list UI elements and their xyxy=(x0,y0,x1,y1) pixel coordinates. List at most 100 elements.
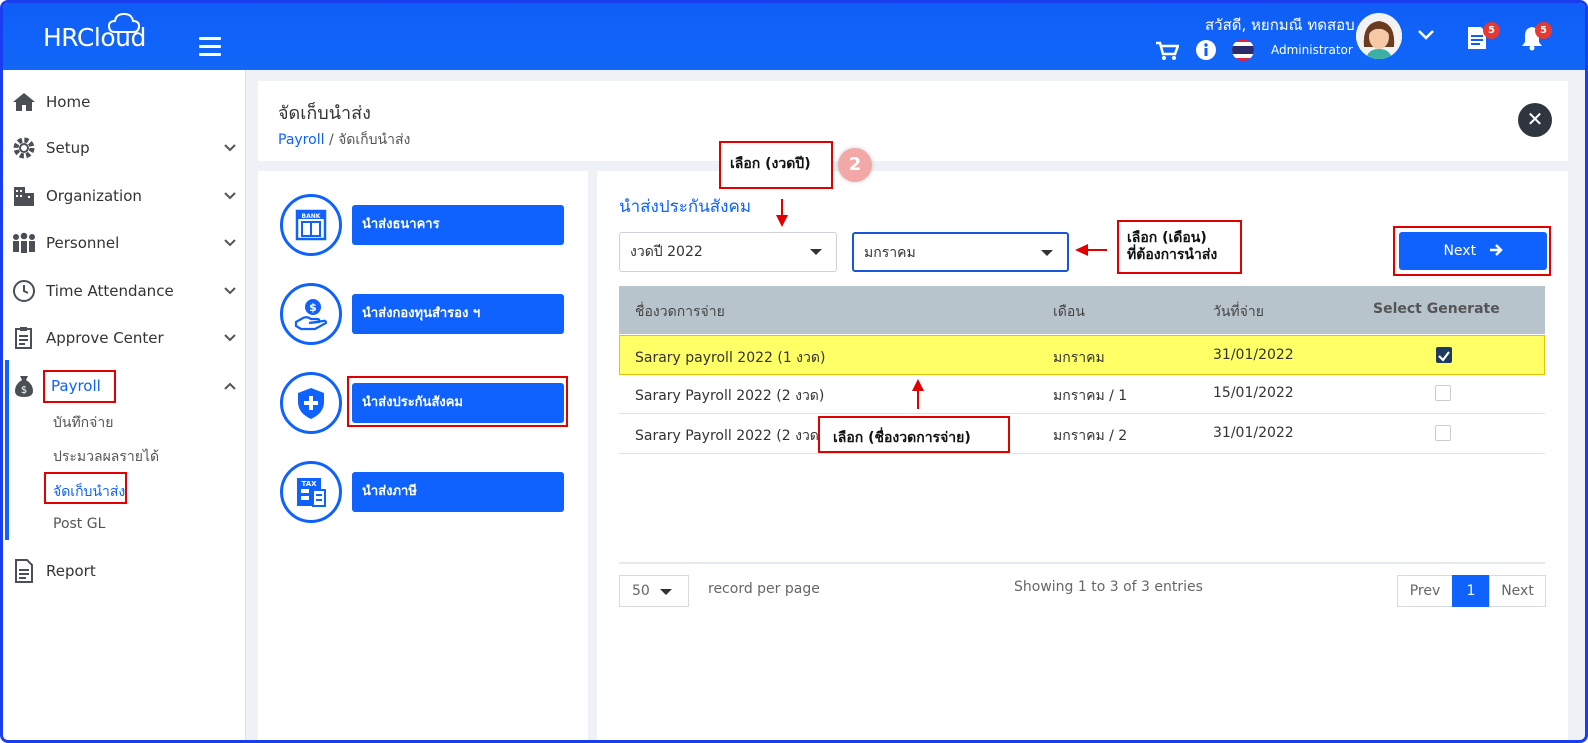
annotation-select-period: เลือก (ชื่องวดการจ่าย) xyxy=(818,416,1010,453)
info-icon[interactable] xyxy=(1195,39,1217,61)
page-1-button[interactable]: 1 xyxy=(1452,575,1490,607)
arrow-left-icon xyxy=(1075,244,1088,256)
annotation-select-year: เลือก (งวดปี) xyxy=(719,141,833,189)
chevron-down-icon xyxy=(224,192,236,200)
per-page-label: record per page xyxy=(708,581,820,597)
cell-month: มกราคม xyxy=(1053,350,1105,366)
chevron-down-icon xyxy=(224,287,236,295)
prev-page-button[interactable]: Prev xyxy=(1397,575,1453,607)
thai-flag-icon[interactable] xyxy=(1231,38,1255,62)
user-avatar[interactable] xyxy=(1356,13,1402,59)
app-logo[interactable]: HRCloud xyxy=(43,23,146,52)
user-role: Administrator xyxy=(1271,43,1353,57)
annotation-arrow-line xyxy=(917,389,919,409)
sidebar-item-label: Time Attendance xyxy=(46,282,174,300)
cell-period-name: Sarary Payroll 2022 (2 งวด) xyxy=(635,428,825,444)
tax-submission-button[interactable]: นำส่งภาษี xyxy=(352,472,564,512)
select-checkbox[interactable] xyxy=(1435,425,1451,441)
cell-pay-date: 15/01/2022 xyxy=(1213,385,1294,401)
sidebar-item-organization[interactable]: Organization xyxy=(3,176,246,216)
caret-down-icon xyxy=(810,249,822,255)
col-header-period-name[interactable]: ชื่องวดการจ่าย xyxy=(635,301,725,323)
money-bag-icon: $ xyxy=(11,373,37,399)
caret-down-icon xyxy=(1041,250,1053,256)
sidebar-item-report[interactable]: Report xyxy=(3,551,246,591)
arrow-up-icon xyxy=(912,379,924,391)
sub-item-income-processing[interactable]: ประมวลผลรายได้ xyxy=(53,446,159,468)
select-checkbox[interactable] xyxy=(1436,347,1452,363)
shield-plus-icon xyxy=(280,372,342,434)
table-row[interactable]: Sarary Payroll 2022 (2 งวด) มกราคม / 2 3… xyxy=(619,414,1545,454)
section-title: นำส่งประกันสังคม xyxy=(619,197,752,217)
cell-month: มกราคม / 1 xyxy=(1053,388,1128,404)
table-row[interactable]: Sarary payroll 2022 (1 งวด) มกราคม 31/01… xyxy=(619,335,1545,375)
col-header-select-generate: Select Generate xyxy=(1373,301,1500,317)
submission-menu: BANK นำส่งธนาคาร $ นำส่งกองทุนสำรอง ฯ นำ… xyxy=(258,171,588,740)
bank-icon: BANK xyxy=(280,194,342,256)
submission-highlight-box xyxy=(44,472,127,504)
sidebar-item-approve-center[interactable]: Approve Center xyxy=(3,318,246,358)
annotation-month-line-1: เลือก (เดือน) xyxy=(1127,230,1207,246)
sidebar-item-label: Setup xyxy=(46,139,90,157)
sidebar-item-time-attendance[interactable]: Time Attendance xyxy=(3,271,246,311)
annotation-month-line-2: ที่ต้องการนำส่ง xyxy=(1127,247,1218,263)
payroll-highlight-box xyxy=(43,370,116,403)
sidebar-item-personnel[interactable]: Personnel xyxy=(3,223,246,263)
menu-toggle-icon[interactable] xyxy=(199,37,221,61)
cart-icon[interactable] xyxy=(1155,41,1179,61)
check-icon xyxy=(1438,351,1450,362)
clipboard-icon xyxy=(11,325,37,351)
page-size-select[interactable]: 50 xyxy=(619,575,689,607)
annotation-arrow-line xyxy=(1087,249,1107,251)
month-select-value: มกราคม xyxy=(864,245,916,261)
col-header-pay-date[interactable]: วันที่จ่าย xyxy=(1213,301,1264,323)
chevron-down-icon[interactable] xyxy=(1417,29,1435,41)
app-window: HRCloud สวัสดี, หยกมณี ทดสอบ Administrat… xyxy=(0,0,1588,743)
cell-month: มกราคม / 2 xyxy=(1053,428,1128,444)
sidebar-item-payroll[interactable]: $ Payroll xyxy=(3,366,246,406)
select-checkbox[interactable] xyxy=(1435,385,1451,401)
chevron-down-icon xyxy=(224,334,236,342)
sidebar-item-label: Home xyxy=(46,93,91,111)
breadcrumb: Payroll / จัดเก็บนำส่ง xyxy=(278,129,410,151)
bank-submission-button[interactable]: นำส่งธนาคาร xyxy=(352,205,564,245)
svg-text:$: $ xyxy=(309,301,317,314)
page-title: จัดเก็บนำส่ง xyxy=(278,103,371,124)
user-greeting: สวัสดี, หยกมณี ทดสอบ xyxy=(1205,16,1355,34)
provident-fund-button[interactable]: นำส่งกองทุนสำรอง ฯ xyxy=(352,294,564,334)
arrow-down-icon xyxy=(776,215,788,227)
cell-pay-date: 31/01/2022 xyxy=(1213,425,1294,441)
close-button[interactable]: ✕ xyxy=(1518,103,1552,137)
sidebar-item-label: Organization xyxy=(46,187,142,205)
svg-text:$: $ xyxy=(21,385,27,396)
sub-item-post-gl[interactable]: Post GL xyxy=(53,516,105,532)
page-size-value: 50 xyxy=(632,583,650,599)
table-footer-divider xyxy=(619,562,1545,564)
breadcrumb-payroll-link[interactable]: Payroll xyxy=(278,132,324,148)
gear-icon xyxy=(11,135,37,161)
document-icon xyxy=(11,558,37,584)
cell-pay-date: 31/01/2022 xyxy=(1213,347,1294,363)
fund-icon: $ xyxy=(280,283,342,345)
col-header-month[interactable]: เดือน xyxy=(1053,301,1085,323)
sidebar-item-label: Approve Center xyxy=(46,329,164,347)
sidebar-item-setup[interactable]: Setup xyxy=(3,128,246,168)
sidebar-item-home[interactable]: Home xyxy=(3,82,246,122)
next-page-button[interactable]: Next xyxy=(1489,575,1546,607)
building-icon xyxy=(11,183,37,209)
chevron-down-icon xyxy=(224,144,236,152)
svg-text:BANK: BANK xyxy=(302,213,321,220)
chevron-down-icon xyxy=(224,239,236,247)
social-security-panel: นำส่งประกันสังคม งวดปี 2022 มกราคม Next … xyxy=(597,171,1568,740)
cell-period-name: Sarary payroll 2022 (1 งวด) xyxy=(635,350,826,366)
month-select[interactable]: มกราคม xyxy=(852,232,1069,272)
table-row[interactable]: Sarary Payroll 2022 (2 งวด) มกราคม / 1 1… xyxy=(619,374,1545,414)
people-icon xyxy=(11,230,37,256)
chevron-up-icon xyxy=(224,382,236,390)
sub-item-payment-record[interactable]: บันทึกจ่าย xyxy=(53,412,113,434)
social-security-highlight-box xyxy=(347,376,568,427)
annotation-select-month: เลือก (เดือน) ที่ต้องการนำส่ง xyxy=(1117,220,1242,274)
year-select[interactable]: งวดปี 2022 xyxy=(619,232,837,272)
tax-icon: TAX xyxy=(280,461,342,523)
top-bar: HRCloud สวัสดี, หยกมณี ทดสอบ Administrat… xyxy=(3,3,1585,70)
